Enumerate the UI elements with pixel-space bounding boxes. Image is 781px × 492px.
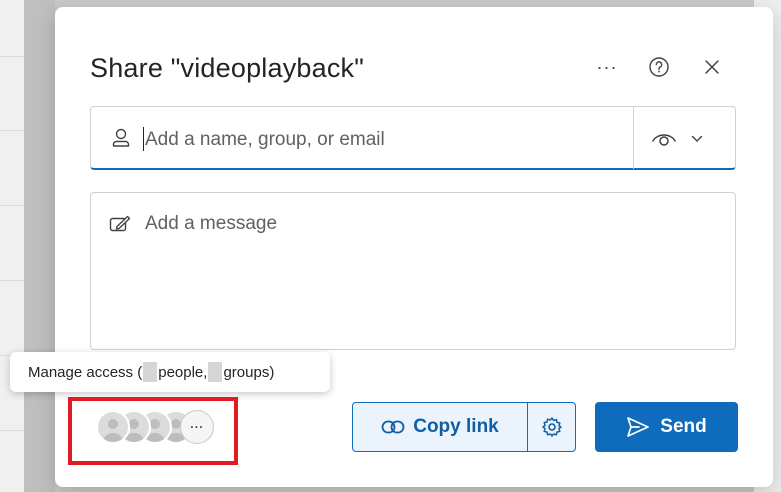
send-icon — [627, 417, 650, 437]
redacted-count — [208, 362, 223, 382]
background-row — [0, 205, 24, 206]
avatar — [96, 410, 130, 444]
person-icon — [112, 128, 130, 147]
chevron-down-icon — [691, 135, 703, 142]
tooltip-prefix: Manage access ( — [28, 363, 143, 381]
recipient-field[interactable] — [90, 106, 736, 170]
gear-icon — [541, 417, 562, 437]
help-button[interactable] — [645, 53, 673, 81]
recipient-input[interactable] — [143, 125, 617, 155]
background-row — [0, 280, 24, 281]
background-row — [0, 430, 24, 431]
background-row — [0, 130, 24, 131]
person-avatar-icon — [103, 419, 123, 442]
background-list — [0, 0, 24, 492]
more-options-button[interactable]: ··· — [593, 53, 621, 81]
tooltip-groups: groups) — [223, 363, 275, 381]
background-row — [0, 56, 24, 57]
copy-link-label: Copy link — [413, 416, 499, 437]
manage-access-tooltip: Manage access ( people, groups) — [10, 352, 330, 392]
message-field[interactable] — [90, 192, 736, 350]
send-label: Send — [660, 416, 707, 437]
compose-icon — [109, 215, 131, 232]
close-icon — [705, 60, 719, 74]
redacted-count — [143, 362, 158, 382]
dialog-title: Share "videoplayback" — [90, 53, 365, 83]
help-icon — [649, 57, 669, 77]
close-button[interactable] — [698, 53, 726, 81]
permission-dropdown[interactable] — [651, 125, 723, 153]
text-caret — [143, 127, 144, 151]
more-people-button[interactable]: ··· — [180, 410, 214, 444]
more-icon: ··· — [596, 56, 618, 77]
link-settings-button[interactable] — [527, 402, 576, 452]
field-divider — [633, 107, 634, 169]
background-overlay — [24, 0, 55, 492]
link-icon — [381, 420, 405, 434]
copy-link-button[interactable]: Copy link — [352, 402, 528, 452]
tooltip-people: people, — [158, 363, 208, 381]
manage-access-avatars[interactable]: ··· — [96, 410, 216, 446]
eye-icon — [652, 134, 676, 146]
message-input[interactable] — [143, 211, 717, 335]
send-button[interactable]: Send — [595, 402, 738, 452]
